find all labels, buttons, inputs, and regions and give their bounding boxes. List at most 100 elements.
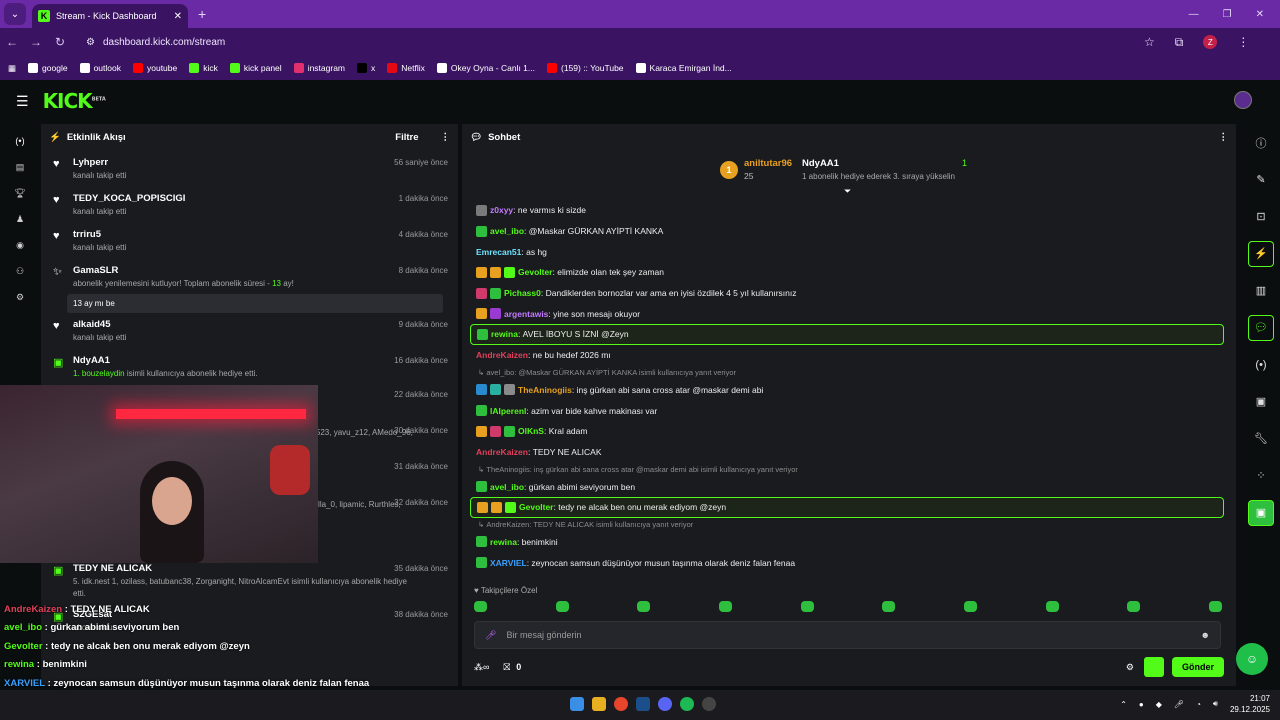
tray-app-icon[interactable]: ● bbox=[1139, 700, 1144, 709]
activity-event[interactable]: ♥ alkaid45 kanalı takip etti 9 dakika önce bbox=[41, 312, 458, 348]
user-avatar[interactable] bbox=[1234, 91, 1252, 109]
chat-message[interactable]: Emrecan51: as hg bbox=[470, 241, 1226, 262]
activity-event[interactable]: ▣ NdyAA1 1. bouzelaydin isimli kullanıcıya… bbox=[41, 348, 458, 382]
bookmark-1[interactable]: outlook bbox=[79, 63, 121, 73]
chat-username[interactable]: Pichass0 bbox=[504, 288, 541, 298]
bookmark-3[interactable]: kick bbox=[189, 63, 218, 73]
bookmark-7[interactable]: Netflix bbox=[387, 63, 425, 73]
new-tab-button[interactable]: + bbox=[198, 6, 206, 22]
community-icon[interactable]: ♟ bbox=[0, 206, 40, 232]
bookmark-5[interactable]: instagram bbox=[293, 63, 345, 73]
chat-message[interactable]: OlKnS: Kral adam bbox=[470, 421, 1226, 442]
reload-icon[interactable]: ↻ bbox=[48, 35, 72, 49]
collapse-chevron-icon[interactable]: ⏷ bbox=[844, 186, 851, 197]
chat-message[interactable]: AndreKaizen: ne bu hedef 2026 mı bbox=[470, 345, 1226, 366]
obs-icon[interactable] bbox=[702, 697, 716, 711]
chat-message[interactable]: AndreKaizen: TEDY NE ALICAK bbox=[470, 442, 1226, 463]
chat-username[interactable]: avel_ibo bbox=[490, 226, 524, 236]
chat-message[interactable]: rewina: benimkini bbox=[470, 532, 1226, 553]
minimize-icon[interactable]: — bbox=[1189, 9, 1199, 20]
tray-mic-icon[interactable]: 🎤︎ bbox=[1174, 700, 1184, 709]
spotify-icon[interactable] bbox=[680, 697, 694, 711]
emote-icon[interactable] bbox=[1045, 601, 1059, 612]
system-clock[interactable]: 21:07 29.12.2025 bbox=[1230, 693, 1270, 715]
forward-icon[interactable]: → bbox=[24, 35, 48, 49]
bookmark-star-icon[interactable]: ☆ bbox=[1144, 35, 1155, 49]
emote-icon[interactable] bbox=[474, 601, 487, 612]
activity-event[interactable]: ✨︎ GamaSLR abonelik yenilemesini kutluyor!… bbox=[41, 258, 458, 313]
top-gifter[interactable]: 1 aniltutar96 25 bbox=[720, 158, 792, 181]
edit-icon[interactable]: ✎ bbox=[1242, 161, 1280, 198]
chat-username[interactable]: XARVIEL bbox=[490, 558, 527, 568]
back-icon[interactable]: ← bbox=[0, 35, 24, 49]
kick-logo[interactable]: KICKBETA bbox=[43, 89, 106, 113]
chat-username[interactable]: argentawis bbox=[504, 309, 548, 319]
share-icon[interactable]: ⁘ bbox=[1242, 457, 1280, 494]
app-icon[interactable]: ▣ bbox=[1242, 494, 1280, 531]
tab-search-button[interactable]: ⌄ bbox=[4, 3, 26, 25]
chat-username[interactable]: Gevolter bbox=[518, 267, 553, 277]
tray-chevron-icon[interactable]: ⌃ bbox=[1120, 700, 1127, 709]
mod-tools-icon[interactable]: ▣ bbox=[1242, 383, 1280, 420]
activity-event[interactable]: ♥ Lyhperr kanalı takip etti 56 saniye önce bbox=[41, 150, 458, 186]
bookmark-10[interactable]: Karaca Emirgan İnd... bbox=[635, 63, 732, 73]
bookmark-8[interactable]: Okey Oyna - Canlı 1... bbox=[436, 63, 535, 73]
chat-username[interactable]: rewina bbox=[490, 537, 517, 547]
trophy-icon[interactable]: 🏆︎ bbox=[0, 180, 40, 206]
kick-emote-icon[interactable] bbox=[1143, 657, 1164, 677]
emoji-picker-icon[interactable]: ☻ bbox=[1201, 630, 1210, 640]
chat-username[interactable]: z0xyy bbox=[490, 205, 513, 215]
chat-message[interactable]: z0xyy: ne varmıs ki sizde bbox=[470, 200, 1226, 221]
notes-icon[interactable]: ▥ bbox=[1242, 272, 1280, 309]
bookmark-4[interactable]: kick panel bbox=[229, 63, 282, 73]
chat-settings-icon[interactable]: ⚙ bbox=[1126, 662, 1134, 673]
emote-icon[interactable] bbox=[800, 601, 814, 612]
emote-icon[interactable] bbox=[882, 601, 896, 612]
chat-username[interactable]: rewina bbox=[491, 329, 518, 339]
chat-username[interactable]: lAlperenl bbox=[490, 406, 526, 416]
bookmark-2[interactable]: youtube bbox=[132, 63, 177, 73]
chat-toggle-button[interactable]: 💬︎ bbox=[1242, 309, 1280, 346]
bookmark-0[interactable]: google bbox=[28, 63, 68, 73]
dashboard-icon[interactable]: ▤ bbox=[0, 154, 40, 180]
activity-event[interactable]: ♥ trriru5 kanalı takip etti 4 dakika önce bbox=[41, 222, 458, 258]
profile-avatar[interactable]: Z bbox=[1203, 35, 1218, 49]
chat-message[interactable]: lAlperenl: azim var bide kahve makinası … bbox=[470, 400, 1226, 421]
emote-icon[interactable] bbox=[963, 601, 977, 612]
live-stream-icon[interactable]: (•) bbox=[0, 128, 40, 154]
filter-button[interactable]: Filtre bbox=[395, 132, 418, 143]
chat-message[interactable]: TheAninogiis: inş gürkan abi sana cross … bbox=[470, 380, 1226, 401]
extensions-icon[interactable]: ⧉ bbox=[1175, 35, 1184, 50]
gift-box-icon[interactable]: ⛝ bbox=[503, 662, 510, 673]
start-icon[interactable] bbox=[570, 697, 584, 711]
chat-username[interactable]: OlKnS bbox=[518, 426, 544, 436]
chat-username[interactable]: avel_ibo bbox=[490, 482, 524, 492]
volume-icon[interactable]: 🔊︎ bbox=[1213, 699, 1218, 709]
bookmark-6[interactable]: x bbox=[357, 63, 375, 73]
channel-points-icon[interactable]: ⁂∞ bbox=[474, 662, 489, 673]
settings-icon[interactable]: ⚙ bbox=[0, 284, 40, 310]
mic-icon[interactable]: 🎤︎ bbox=[485, 630, 496, 641]
browser-tab[interactable]: K Stream - Kick Dashboard ✕ bbox=[32, 4, 188, 28]
chat-username[interactable]: TheAninogiis bbox=[518, 385, 572, 395]
site-info-icon[interactable]: ⚙ bbox=[86, 37, 95, 48]
hamburger-menu-icon[interactable]: ☰ bbox=[16, 93, 29, 110]
monetization-icon[interactable]: ◉ bbox=[0, 232, 40, 258]
bookmark-9[interactable]: (159) :: YouTube bbox=[546, 63, 624, 73]
close-tab-icon[interactable]: ✕ bbox=[174, 11, 182, 22]
chat-message[interactable]: Pichass0: Dandiklerden bornozlar var ama… bbox=[470, 283, 1226, 304]
url-field[interactable]: ⚙ dashboard.kick.com/stream bbox=[78, 31, 1138, 53]
capture-icon[interactable]: ⊡ bbox=[1242, 198, 1280, 235]
emote-icon[interactable] bbox=[1127, 601, 1141, 612]
chat-username[interactable]: AndreKaizen bbox=[476, 350, 528, 360]
users-icon[interactable]: ⚇ bbox=[0, 258, 40, 284]
wrench-icon[interactable]: 🔧︎ bbox=[1242, 420, 1280, 457]
file-explorer-icon[interactable] bbox=[592, 697, 606, 711]
chrome-icon[interactable] bbox=[614, 697, 628, 711]
support-chat-button[interactable]: ☺ bbox=[1236, 643, 1268, 675]
tray-steam-icon[interactable]: ◆ bbox=[1156, 700, 1162, 709]
chat-message[interactable]: avel_ibo: gürkan abimi seviyorum ben bbox=[470, 476, 1226, 497]
chat-message[interactable]: argentawis: yine son mesajı okuyor bbox=[470, 303, 1226, 324]
activity-event[interactable]: ♥ TEDY_KOCA_POPISCIGI kanalı takip etti 1 d… bbox=[41, 186, 458, 222]
emote-icon[interactable] bbox=[718, 601, 732, 612]
